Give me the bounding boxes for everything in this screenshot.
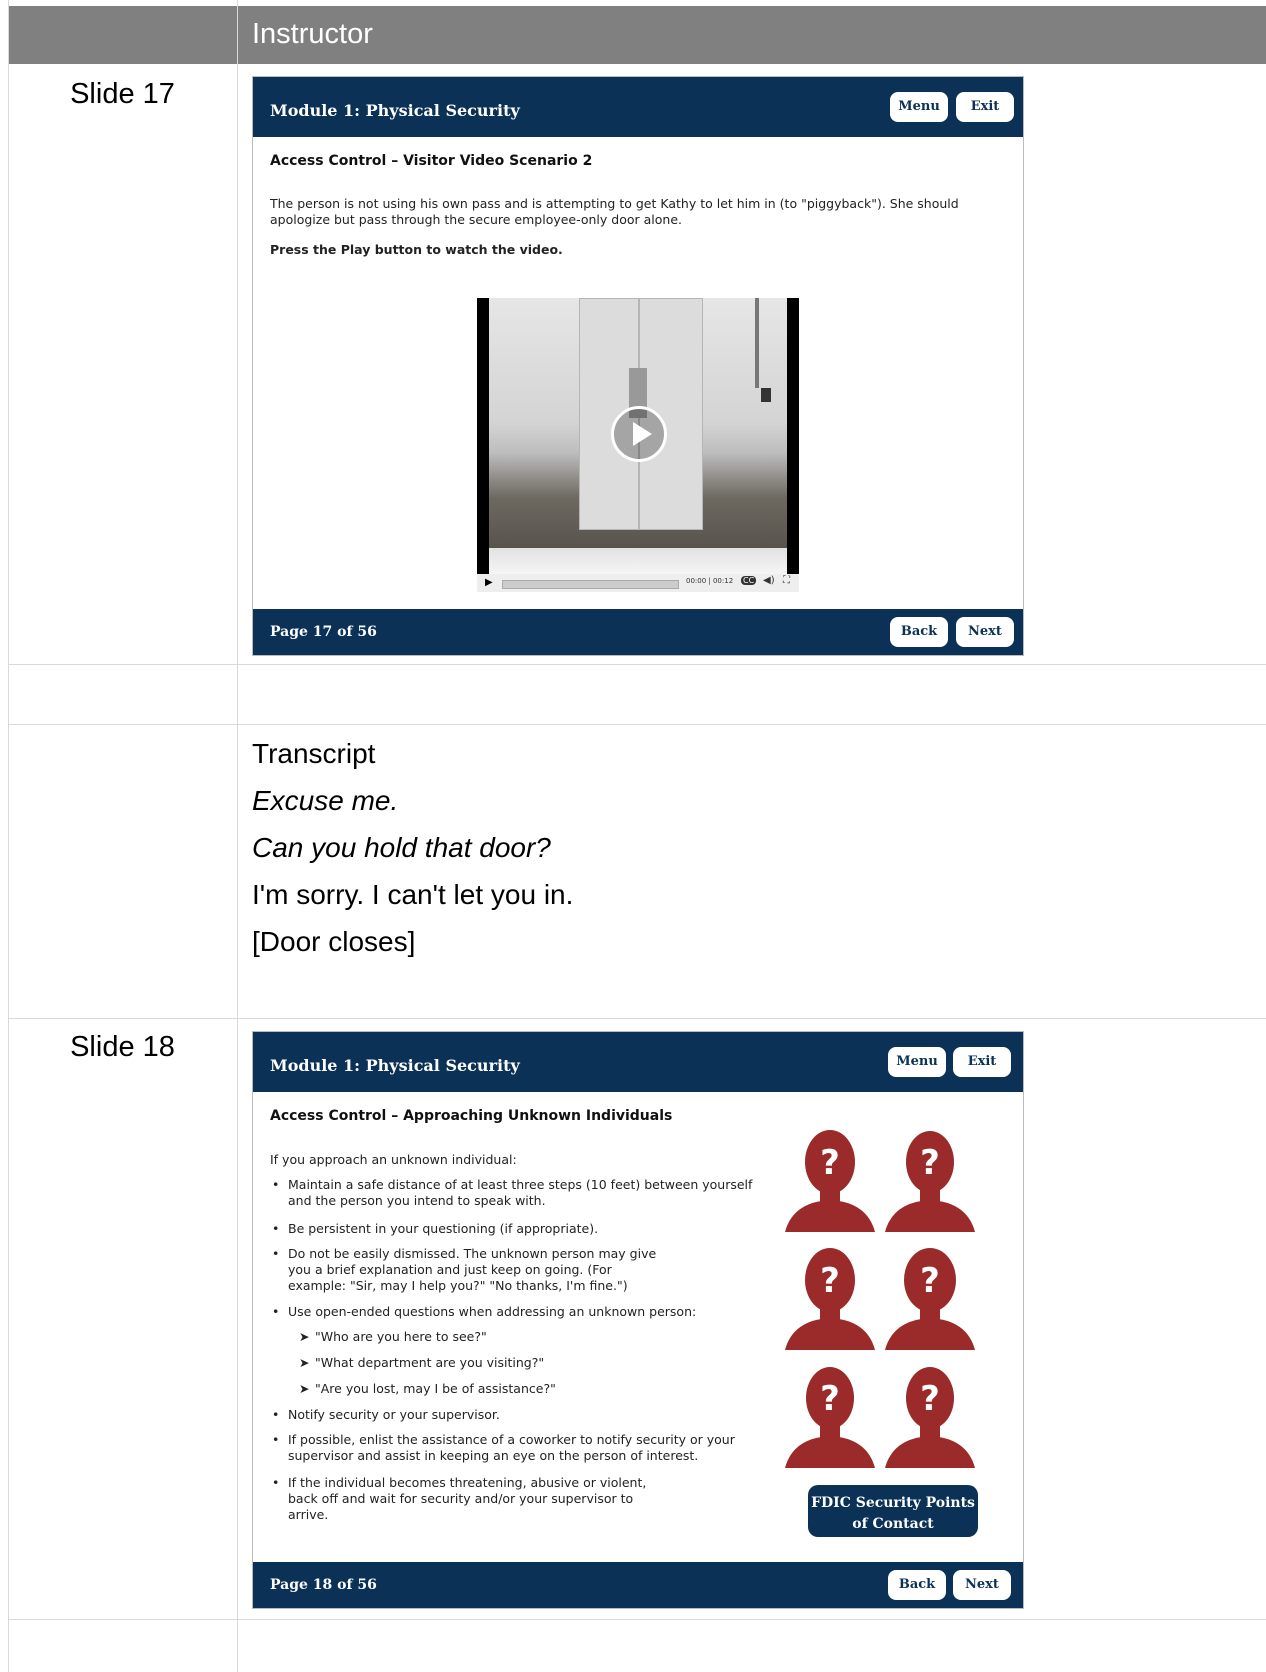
bullet-item: • Notify security or your supervisor. — [272, 1407, 500, 1422]
slide-subtitle: Access Control – Visitor Video Scenario … — [270, 153, 593, 169]
slide-footer-bar: Page 17 of 56 Back Next — [253, 609, 1023, 655]
sub-bullet-item: ➤ "Who are you here to see?" — [299, 1329, 487, 1344]
header-instructor: Instructor — [252, 18, 373, 50]
page-counter: Page 18 of 56 — [270, 1577, 377, 1593]
slide-footer-bar: Page 18 of 56 Back Next — [253, 1562, 1023, 1608]
slide-17: Module 1: Physical Security Menu Exit Ac… — [252, 76, 1024, 656]
slide-header-bar: Module 1: Physical Security Menu Exit — [253, 77, 1023, 137]
menu-button[interactable]: Menu — [890, 92, 948, 122]
slide-body-text: The person is not using his own pass and… — [270, 196, 959, 227]
svg-text:?: ? — [820, 1261, 840, 1301]
transcript-heading: Transcript — [252, 738, 376, 769]
unknown-person-icons: ?? ?? ?? — [785, 1130, 975, 1468]
back-button[interactable]: Back — [888, 1570, 946, 1600]
back-button[interactable]: Back — [890, 617, 948, 647]
slide-18: Module 1: Physical Security Menu Exit Ac… — [252, 1031, 1024, 1609]
slide-label: Slide 18 — [70, 1031, 175, 1063]
exit-button[interactable]: Exit — [953, 1047, 1011, 1077]
slide-subtitle: Access Control – Approaching Unknown Ind… — [270, 1108, 673, 1124]
sub-bullet-item: ➤ "Are you lost, may I be of assistance?" — [299, 1381, 556, 1396]
bullet-item: • Be persistent in your questioning (if a… — [272, 1221, 599, 1236]
closed-caption-button[interactable]: CC — [741, 576, 757, 585]
menu-button[interactable]: Menu — [888, 1047, 946, 1077]
table-row-blank — [8, 1620, 1266, 1672]
transcript-line: Excuse me. — [252, 785, 399, 816]
module-title: Module 1: Physical Security — [270, 101, 520, 120]
table-column-divider — [237, 0, 238, 1672]
bullet-item: • Use open-ended questions when addressin… — [272, 1304, 697, 1319]
svg-text:?: ? — [920, 1379, 940, 1419]
sub-bullet-item: ➤ "What department are you visiting?" — [299, 1355, 545, 1370]
module-title: Module 1: Physical Security — [270, 1056, 520, 1075]
next-button[interactable]: Next — [953, 1570, 1011, 1600]
bullet-item: • Maintain a safe distance of at least th… — [272, 1177, 753, 1208]
slide-instruction: Press the Play button to watch the video… — [270, 242, 563, 257]
table-border-left — [8, 0, 9, 1672]
video-progress-bar[interactable] — [502, 580, 679, 589]
slide-header-bar: Module 1: Physical Security Menu Exit — [253, 1032, 1023, 1092]
table-row-blank — [8, 665, 1266, 725]
video-caption-area — [489, 548, 787, 574]
bullet-item: • If the individual becomes threatening, … — [272, 1475, 647, 1522]
header-blank-cell — [8, 6, 238, 64]
play-icon[interactable] — [611, 406, 667, 462]
table-header: Instructor — [8, 6, 1266, 64]
page-counter: Page 17 of 56 — [270, 624, 377, 640]
video-controls: ▶ 00:00 | 00:12 CC ◀) ⛶ — [477, 574, 799, 592]
transcript-line: I'm sorry. I can't let you in. — [252, 879, 574, 910]
svg-text:?: ? — [820, 1143, 840, 1183]
video-time: 00:00 | 00:12 — [686, 577, 734, 585]
svg-text:?: ? — [920, 1143, 940, 1183]
svg-text:?: ? — [820, 1379, 840, 1419]
slide-label: Slide 17 — [70, 78, 175, 110]
slide-intro: If you approach an unknown individual: — [270, 1152, 517, 1167]
fullscreen-icon[interactable]: ⛶ — [783, 575, 790, 586]
exit-button[interactable]: Exit — [956, 92, 1014, 122]
table-row-transcript — [8, 725, 1266, 1019]
transcript-line: [Door closes] — [252, 926, 416, 957]
volume-icon[interactable]: ◀) — [763, 575, 775, 586]
video-player[interactable]: ▶ 00:00 | 00:12 CC ◀) ⛶ — [477, 298, 799, 592]
security-contacts-button[interactable]: FDIC Security Points of Contact — [808, 1485, 978, 1537]
svg-text:?: ? — [920, 1261, 940, 1301]
transcript-line: Can you hold that door? — [252, 832, 551, 863]
small-play-icon[interactable]: ▶ — [485, 577, 493, 588]
bullet-item: • Do not be easily dismissed. The unknown… — [272, 1246, 657, 1293]
bullet-item: • If possible, enlist the assistance of a… — [272, 1432, 735, 1463]
next-button[interactable]: Next — [956, 617, 1014, 647]
